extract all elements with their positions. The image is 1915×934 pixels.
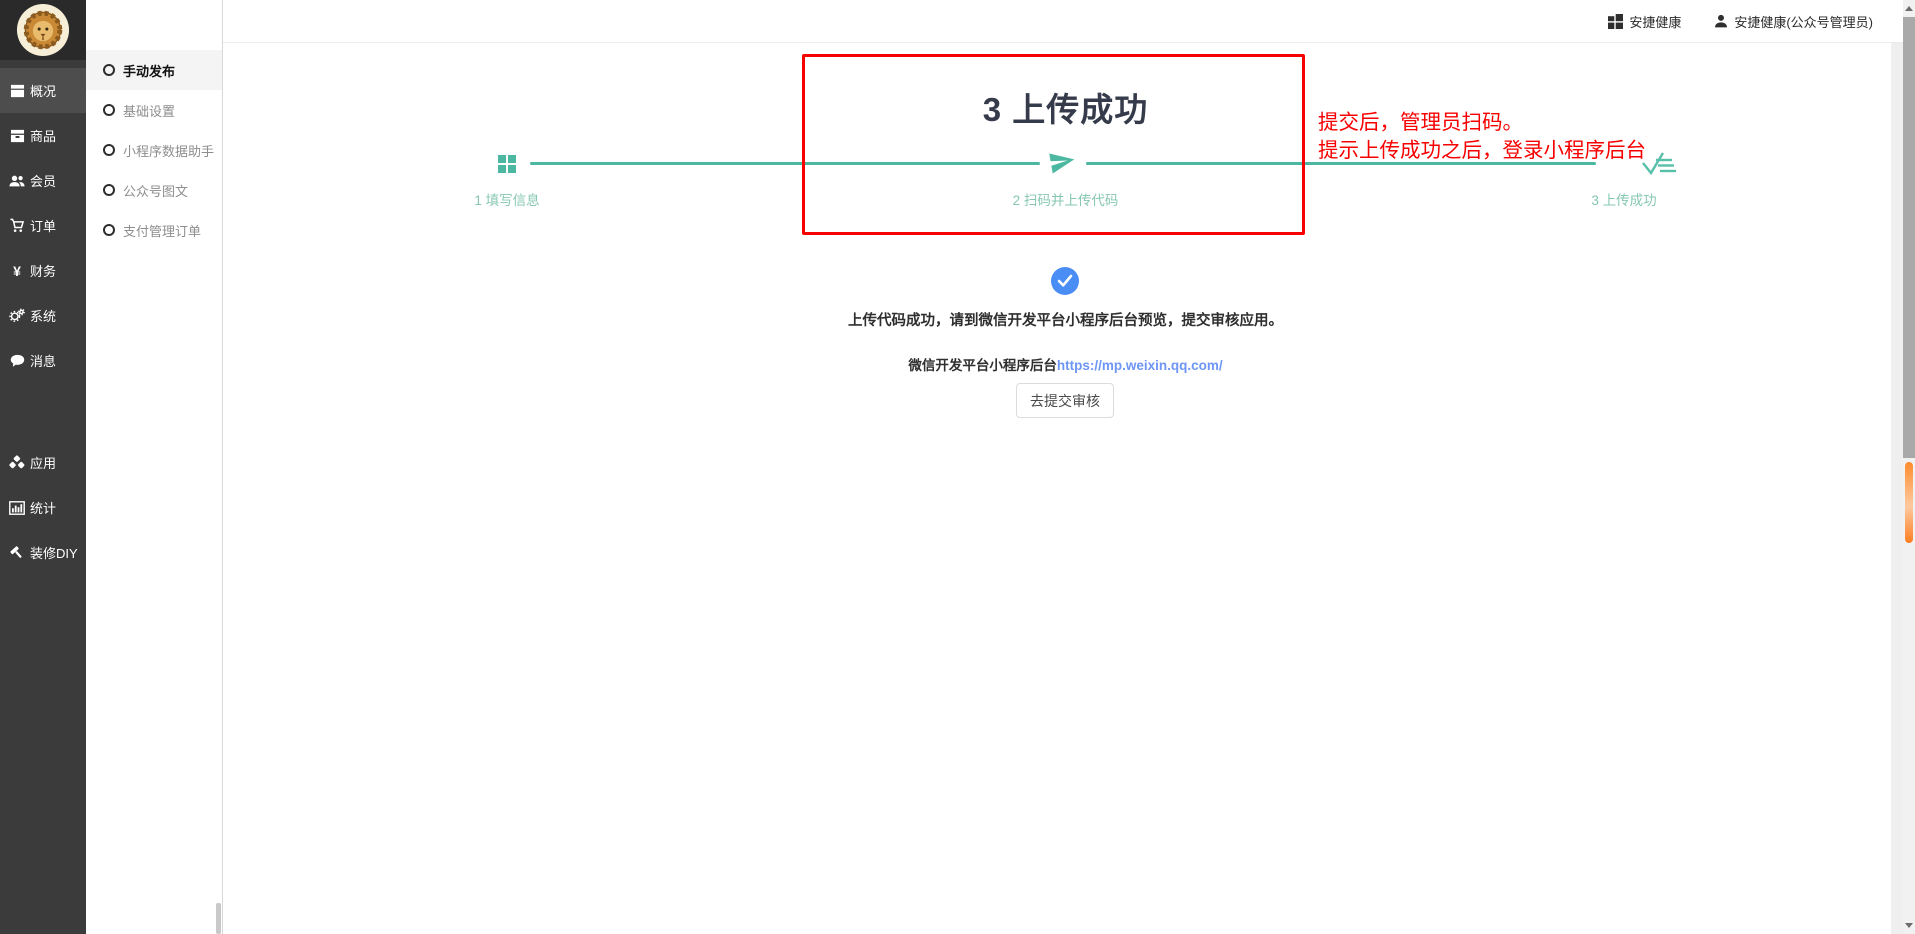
workspace-switcher[interactable]: 安捷健康 <box>1608 12 1681 31</box>
submenu-list: 手动发布 基础设置 小程序数据助手 公众号图文 支付管理订单 <box>86 50 222 250</box>
annotation-line1: 提交后，管理员扫码。 <box>1318 109 1646 137</box>
step3-label: 3 上传成功 <box>1345 189 1903 207</box>
nav-divider-gap <box>0 383 86 440</box>
sidebar-item-goods[interactable]: 商品 <box>0 113 86 158</box>
scrollbar-thumb[interactable] <box>1903 17 1915 458</box>
bar-chart-icon <box>9 500 25 516</box>
user-menu[interactable]: 安捷健康(公众号管理员) <box>1714 12 1873 31</box>
circle-icon <box>103 184 115 196</box>
user-name: 安捷健康(公众号管理员) <box>1734 12 1873 31</box>
sidebar-item-label: 应用 <box>30 453 56 472</box>
scroll-up-arrow-icon[interactable] <box>1905 6 1913 11</box>
circle-icon <box>103 64 115 76</box>
sidebar-item-label: 统计 <box>30 498 56 517</box>
top-header: 安捷健康 安捷健康(公众号管理员) <box>223 0 1915 43</box>
step1-grid-icon <box>498 155 516 178</box>
submenu-item-label: 小程序数据助手 <box>123 141 214 160</box>
cubes-icon <box>9 455 25 471</box>
sidebar-item-system[interactable]: 系统 <box>0 293 86 338</box>
platform-link-line: 微信开发平台小程序后台https://mp.weixin.qq.com/ <box>228 354 1903 374</box>
chat-bubble-icon <box>9 353 25 369</box>
sidebar-item-label: 装修DIY <box>30 543 78 562</box>
content-edge-strip <box>1891 43 1903 934</box>
window-icon <box>9 83 25 99</box>
secondary-sidebar: 手动发布 基础设置 小程序数据助手 公众号图文 支付管理订单 <box>86 0 223 934</box>
circle-icon <box>103 104 115 116</box>
submenu-scrollbar-thumb[interactable] <box>216 903 221 934</box>
submenu-item-label: 支付管理订单 <box>123 221 201 240</box>
annotation-note: 提交后，管理员扫码。 提示上传成功之后，登录小程序后台 <box>1318 109 1646 165</box>
platform-link[interactable]: https://mp.weixin.qq.com/ <box>1057 358 1223 373</box>
submenu-item-manual-publish[interactable]: 手动发布 <box>86 50 222 90</box>
sidebar-item-label: 概况 <box>30 81 56 100</box>
app-logo[interactable] <box>0 0 86 60</box>
submenu-item-label: 公众号图文 <box>123 181 188 200</box>
gears-icon <box>9 308 25 324</box>
circle-icon <box>103 144 115 156</box>
workspace-name: 安捷健康 <box>1629 12 1681 31</box>
sidebar-item-orders[interactable]: 订单 <box>0 203 86 248</box>
submenu-item-basic-settings[interactable]: 基础设置 <box>86 90 222 130</box>
sidebar-item-diy[interactable]: 装修DIY <box>0 530 86 575</box>
sidebar-item-label: 商品 <box>30 126 56 145</box>
sidebar-item-finance[interactable]: ¥ 财务 <box>0 248 86 293</box>
sidebar-item-overview[interactable]: 概况 <box>0 68 86 113</box>
primary-sidebar: 概况 商品 会员 订单 ¥ 财务 <box>0 0 86 934</box>
yen-icon: ¥ <box>9 263 25 279</box>
submenu-item-miniprogram-data[interactable]: 小程序数据助手 <box>86 130 222 170</box>
success-check-icon <box>1051 267 1079 295</box>
grid-icon <box>1608 14 1623 29</box>
submenu-item-official-articles[interactable]: 公众号图文 <box>86 170 222 210</box>
sidebar-item-messages[interactable]: 消息 <box>0 338 86 383</box>
hammer-icon <box>9 545 25 561</box>
sidebar-item-label: 财务 <box>30 261 56 280</box>
sidebar-item-stats[interactable]: 统计 <box>0 485 86 530</box>
sidebar-item-label: 会员 <box>30 171 56 190</box>
scrollbar-orange-marker[interactable] <box>1905 462 1913 543</box>
main-content: 3 上传成功 1 填写信息 2 扫码并上传代码 3 上传成功 提交后，管理员扫码… <box>228 43 1903 934</box>
lion-logo-icon <box>16 3 70 57</box>
vertical-scrollbar[interactable] <box>1903 0 1915 934</box>
go-submit-review-button[interactable]: 去提交审核 <box>1016 383 1114 418</box>
sidebar-item-label: 订单 <box>30 216 56 235</box>
submenu-item-label: 基础设置 <box>123 101 175 120</box>
sidebar-item-apps[interactable]: 应用 <box>0 440 86 485</box>
users-icon <box>9 173 25 189</box>
sidebar-item-label: 消息 <box>30 351 56 370</box>
box-icon <box>9 128 25 144</box>
submenu-item-label: 手动发布 <box>123 61 175 80</box>
circle-icon <box>103 224 115 236</box>
user-icon <box>1714 14 1728 28</box>
scroll-down-arrow-icon[interactable] <box>1905 923 1913 928</box>
platform-link-label: 微信开发平台小程序后台 <box>908 358 1057 373</box>
step1-label: 1 填写信息 <box>228 189 786 207</box>
cart-icon <box>9 218 25 234</box>
annotation-highlight-box <box>802 54 1305 235</box>
sidebar-item-label: 系统 <box>30 306 56 325</box>
submenu-item-payment-orders[interactable]: 支付管理订单 <box>86 210 222 250</box>
primary-nav: 概况 商品 会员 订单 ¥ 财务 <box>0 68 86 575</box>
upload-success-message: 上传代码成功，请到微信开发平台小程序后台预览，提交审核应用。 <box>228 309 1903 330</box>
sidebar-item-members[interactable]: 会员 <box>0 158 86 203</box>
annotation-line2: 提示上传成功之后，登录小程序后台 <box>1318 137 1646 165</box>
